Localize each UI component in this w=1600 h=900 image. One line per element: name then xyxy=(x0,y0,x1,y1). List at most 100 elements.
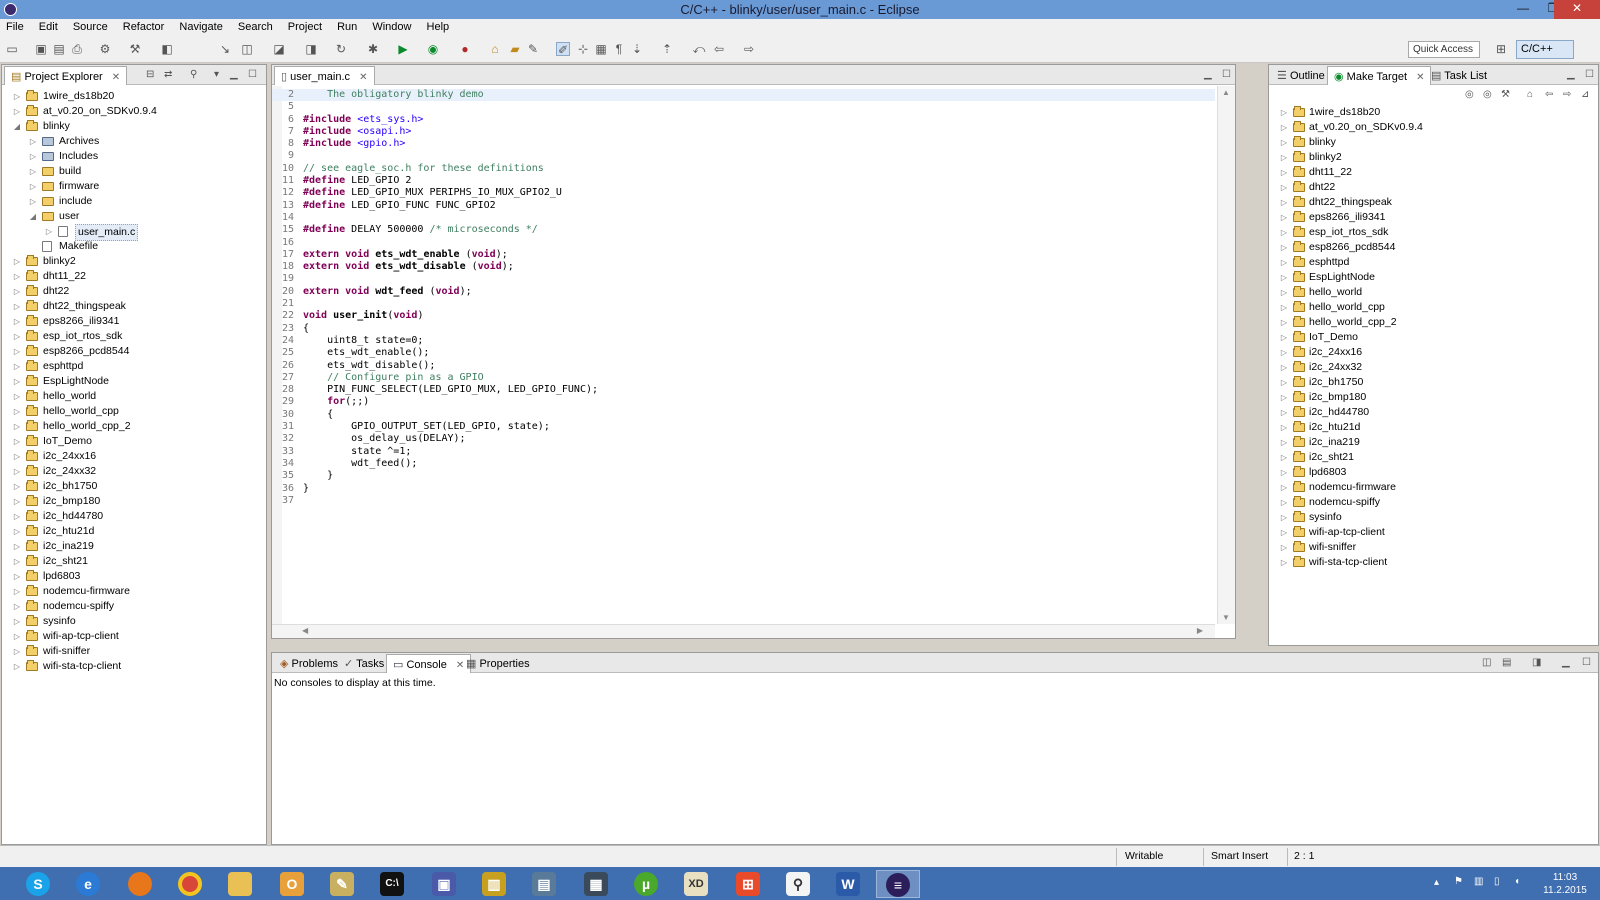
code-line[interactable]: 35 } xyxy=(272,470,1215,482)
make-target-item[interactable]: ▷ i2c_bh1750 xyxy=(1269,375,1598,390)
expand-icon[interactable]: ▷ xyxy=(12,644,22,659)
menu-source[interactable]: Source xyxy=(67,19,114,33)
internet-explorer-icon[interactable]: e xyxy=(66,870,110,898)
make-target-item[interactable]: ▷ wifi-sniffer xyxy=(1269,540,1598,555)
expand-icon[interactable]: ▷ xyxy=(1279,300,1289,315)
code-line[interactable]: 6 #include <ets_sys.h> xyxy=(272,114,1215,126)
code-line[interactable]: 37 xyxy=(272,495,1215,507)
tray-expand-icon[interactable]: ▴ xyxy=(1434,877,1439,888)
code-line[interactable]: 15 #define DELAY 500000 /* microseconds *… xyxy=(272,224,1215,236)
search-app-icon[interactable]: ⚲ xyxy=(776,870,820,898)
expand-icon[interactable]: ▷ xyxy=(28,164,38,179)
file-explorer-icon[interactable] xyxy=(218,870,262,898)
minimize-view-icon[interactable]: ▁ xyxy=(1204,69,1212,80)
expand-icon[interactable]: ▷ xyxy=(12,299,22,314)
scroll-down-icon[interactable]: ▼ xyxy=(1222,613,1230,622)
close-button[interactable]: ✕ xyxy=(1554,0,1600,19)
code-line[interactable]: 2 The obligatory blinky demo xyxy=(272,89,1215,102)
make-target-item[interactable]: ▷ esp8266_pcd8544 xyxy=(1269,240,1598,255)
prev-annotation-icon[interactable]: ⇡ xyxy=(660,42,674,56)
quick-access-input[interactable]: Quick Access xyxy=(1408,41,1480,58)
build-icon[interactable]: ⚒ xyxy=(128,42,142,56)
close-icon[interactable]: ✕ xyxy=(359,72,367,83)
link-editor-icon[interactable]: ⇄ xyxy=(164,69,172,80)
tab-make-target[interactable]: ◉ Make Target ✕ xyxy=(1327,66,1432,85)
tree-item[interactable]: ▷ dht11_22 xyxy=(2,269,266,284)
make-target-item[interactable]: ▷ lpd6803 xyxy=(1269,465,1598,480)
coverage-icon[interactable]: ◉ xyxy=(426,42,440,56)
scroll-left-icon[interactable]: ◀ xyxy=(302,626,308,635)
expand-icon[interactable]: ▷ xyxy=(28,194,38,209)
tree-item[interactable]: ▷ nodemcu-firmware xyxy=(2,584,266,599)
tree-item[interactable]: ▷ Archives xyxy=(2,134,266,149)
make-target-item[interactable]: ▷ i2c_sht21 xyxy=(1269,450,1598,465)
apps-grid-icon[interactable]: ⊞ xyxy=(726,870,770,898)
expand-icon[interactable]: ▷ xyxy=(1279,465,1289,480)
utorrent-icon[interactable]: µ xyxy=(624,870,668,898)
collapse-all-icon[interactable]: ⊟ xyxy=(146,69,154,80)
tray-network-icon[interactable]: ▥ xyxy=(1474,876,1483,887)
tree-item[interactable]: ▷ eps8266_ili9341 xyxy=(2,314,266,329)
tree-item[interactable]: ▷ i2c_24xx32 xyxy=(2,464,266,479)
filter-icon[interactable]: ⚲ xyxy=(190,69,197,80)
expand-icon[interactable]: ▷ xyxy=(12,509,22,524)
expand-icon[interactable]: ▷ xyxy=(1279,450,1289,465)
tree-item[interactable]: ▷ build xyxy=(2,164,266,179)
expand-icon[interactable]: ▷ xyxy=(12,479,22,494)
expand-icon[interactable]: ▷ xyxy=(12,254,22,269)
code-area[interactable]: 2 The obligatory blinky demo 5 6 #include <… xyxy=(272,86,1215,624)
expand-icon[interactable]: ▷ xyxy=(1279,330,1289,345)
code-line[interactable]: 29 for(;;) xyxy=(272,396,1215,408)
make-target-item[interactable]: ▷ at_v0.20_on_SDKv0.9.4 xyxy=(1269,120,1598,135)
menu-edit[interactable]: Edit xyxy=(33,19,64,33)
menu-run[interactable]: Run xyxy=(331,19,363,33)
external-tools-icon[interactable]: ● xyxy=(458,42,472,56)
tree-item[interactable]: ▷ user_main.c xyxy=(2,224,266,241)
tree-item[interactable]: ▷ lpd6803 xyxy=(2,569,266,584)
expand-icon[interactable]: ▷ xyxy=(1279,420,1289,435)
expand-icon[interactable]: ▷ xyxy=(12,614,22,629)
make-target-item[interactable]: ▷ dht22 xyxy=(1269,180,1598,195)
new-class-icon[interactable]: ◪ xyxy=(272,42,286,56)
tree-item[interactable]: ▷ IoT_Demo xyxy=(2,434,266,449)
code-line[interactable]: 22 void user_init(void) xyxy=(272,310,1215,322)
expand-icon[interactable]: ▷ xyxy=(12,359,22,374)
code-line[interactable]: 13 #define LED_GPIO_FUNC FUNC_GPIO2 xyxy=(272,200,1215,212)
print-icon[interactable]: ⎙ xyxy=(70,42,84,56)
word-icon[interactable]: W xyxy=(826,870,870,898)
close-icon[interactable]: ✕ xyxy=(112,72,120,83)
tree-item[interactable]: ▷ dht22 xyxy=(2,284,266,299)
code-line[interactable]: 31 GPIO_OUTPUT_SET(LED_GPIO, state); xyxy=(272,421,1215,433)
tree-item[interactable]: ▷ esphttpd xyxy=(2,359,266,374)
tree-item[interactable]: ▷ Includes xyxy=(2,149,266,164)
next-annotation-icon[interactable]: ⇣ xyxy=(630,42,644,56)
editor-vertical-scrollbar[interactable]: ▲ ▼ xyxy=(1217,86,1235,624)
tree-item[interactable]: ▷ EspLightNode xyxy=(2,374,266,389)
collapse-icon[interactable]: ◢ xyxy=(28,209,38,224)
make-target-item[interactable]: ▷ nodemcu-spiffy xyxy=(1269,495,1598,510)
code-line[interactable]: 7 #include <osapi.h> xyxy=(272,126,1215,138)
run-icon[interactable]: ▶ xyxy=(396,42,410,56)
editor-horizontal-scrollbar[interactable]: ◀ ▶ xyxy=(272,624,1215,638)
expand-icon[interactable]: ▷ xyxy=(12,569,22,584)
show-whitespace-icon[interactable]: ▦ xyxy=(594,42,608,56)
expand-icon[interactable]: ▷ xyxy=(1279,135,1289,150)
mark-occurrences-icon[interactable]: ✐ xyxy=(556,42,570,57)
tree-item[interactable]: ▷ esp_iot_rtos_sdk xyxy=(2,329,266,344)
tree-item[interactable]: ◢ user xyxy=(2,209,266,224)
make-target-item[interactable]: ▷ hello_world xyxy=(1269,285,1598,300)
new-file-icon[interactable]: ◨ xyxy=(304,42,318,56)
code-line[interactable]: 26 ets_wdt_disable(); xyxy=(272,360,1215,372)
collapse-icon[interactable]: ◢ xyxy=(12,119,22,134)
forward-icon[interactable]: ⇨ xyxy=(1563,89,1571,100)
code-line[interactable]: 17 extern void ets_wdt_enable (void); xyxy=(272,249,1215,261)
expand-icon[interactable]: ▷ xyxy=(1279,525,1289,540)
menu-help[interactable]: Help xyxy=(421,19,456,33)
expand-icon[interactable]: ▷ xyxy=(1279,285,1289,300)
code-line[interactable]: 10 // see eagle_soc.h for these definitio… xyxy=(272,163,1215,175)
expand-icon[interactable]: ▷ xyxy=(12,374,22,389)
make-target-item[interactable]: ▷ i2c_hd44780 xyxy=(1269,405,1598,420)
code-line[interactable]: 21 xyxy=(272,298,1215,310)
expand-icon[interactable]: ▷ xyxy=(12,524,22,539)
new-target-icon[interactable]: ◎ xyxy=(1483,89,1492,100)
